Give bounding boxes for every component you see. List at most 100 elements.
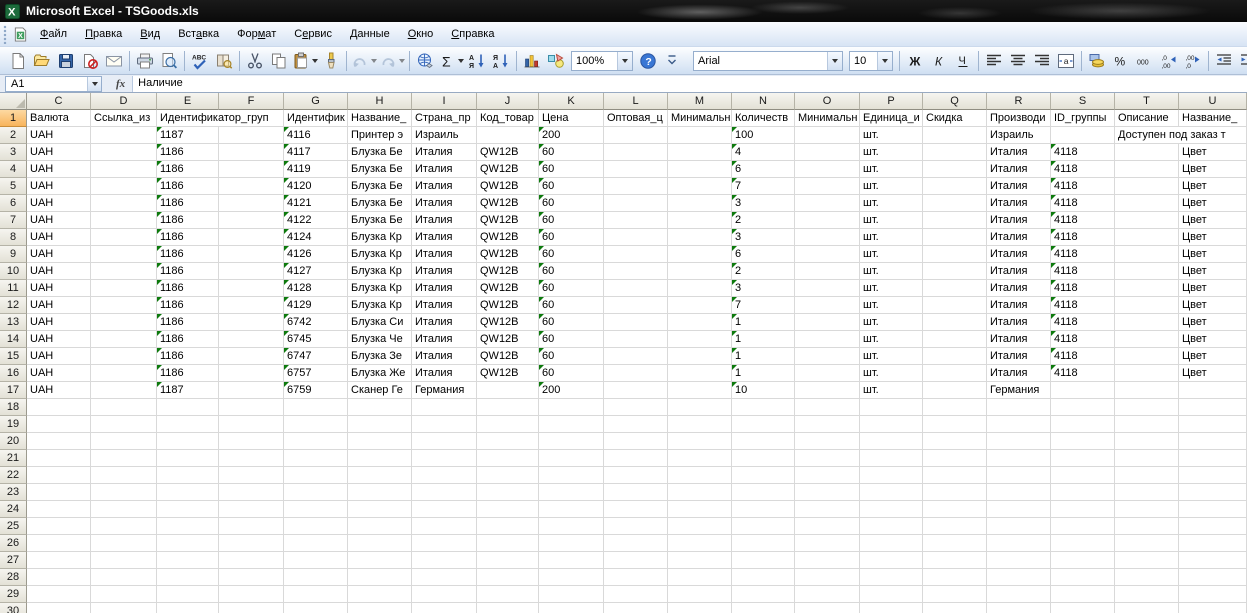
row-header-27[interactable]: 27 [0, 552, 27, 569]
cell-K9[interactable]: 60 [539, 246, 604, 263]
cell-E24[interactable] [157, 501, 219, 518]
cell-T7[interactable] [1115, 212, 1179, 229]
cell-M20[interactable] [668, 433, 732, 450]
cell-C5[interactable]: UAH [27, 178, 91, 195]
cell-C7[interactable]: UAH [27, 212, 91, 229]
cell-F13[interactable] [219, 314, 284, 331]
row-header-15[interactable]: 15 [0, 348, 27, 365]
cell-S6[interactable]: 4118 [1051, 195, 1115, 212]
cell-I3[interactable]: Италия [412, 144, 477, 161]
cell-K5[interactable]: 60 [539, 178, 604, 195]
cell-L19[interactable] [604, 416, 668, 433]
cell-H26[interactable] [348, 535, 412, 552]
cell-L30[interactable] [604, 603, 668, 613]
cell-O5[interactable] [795, 178, 860, 195]
cell-J5[interactable]: QW12B [477, 178, 539, 195]
menu-item-data[interactable]: Данные [341, 23, 399, 45]
cell-F23[interactable] [219, 484, 284, 501]
cell-K25[interactable] [539, 518, 604, 535]
cell-H23[interactable] [348, 484, 412, 501]
cell-Q10[interactable] [923, 263, 987, 280]
cell-E30[interactable] [157, 603, 219, 613]
cell-R24[interactable] [987, 501, 1051, 518]
cell-E16[interactable]: 1186 [157, 365, 219, 382]
cell-N7[interactable]: 2 [732, 212, 795, 229]
align-left-button[interactable] [983, 50, 1005, 72]
cell-E21[interactable] [157, 450, 219, 467]
cell-E19[interactable] [157, 416, 219, 433]
row-header-7[interactable]: 7 [0, 212, 27, 229]
cell-O3[interactable] [795, 144, 860, 161]
cell-O16[interactable] [795, 365, 860, 382]
cell-I14[interactable]: Италия [412, 331, 477, 348]
cell-G9[interactable]: 4126 [284, 246, 348, 263]
cell-I5[interactable]: Италия [412, 178, 477, 195]
cell-P11[interactable]: шт. [860, 280, 923, 297]
cell-O8[interactable] [795, 229, 860, 246]
cell-Q22[interactable] [923, 467, 987, 484]
cell-J19[interactable] [477, 416, 539, 433]
new-document-button[interactable] [7, 50, 29, 72]
cell-I23[interactable] [412, 484, 477, 501]
cell-Q28[interactable] [923, 569, 987, 586]
cell-E1[interactable]: Идентификатор_груп [157, 110, 284, 127]
cell-D21[interactable] [91, 450, 157, 467]
cell-L27[interactable] [604, 552, 668, 569]
cell-J4[interactable]: QW12B [477, 161, 539, 178]
cell-P3[interactable]: шт. [860, 144, 923, 161]
cell-M21[interactable] [668, 450, 732, 467]
cell-L26[interactable] [604, 535, 668, 552]
cell-S8[interactable]: 4118 [1051, 229, 1115, 246]
cell-N22[interactable] [732, 467, 795, 484]
cell-O24[interactable] [795, 501, 860, 518]
cell-L28[interactable] [604, 569, 668, 586]
cell-J8[interactable]: QW12B [477, 229, 539, 246]
row-header-8[interactable]: 8 [0, 229, 27, 246]
cell-S7[interactable]: 4118 [1051, 212, 1115, 229]
cell-H22[interactable] [348, 467, 412, 484]
cell-J20[interactable] [477, 433, 539, 450]
cell-E13[interactable]: 1186 [157, 314, 219, 331]
cell-L9[interactable] [604, 246, 668, 263]
italic-button[interactable]: К [928, 50, 950, 72]
cell-J13[interactable]: QW12B [477, 314, 539, 331]
cell-U19[interactable] [1179, 416, 1247, 433]
column-header-E[interactable]: E [157, 93, 219, 110]
cell-D16[interactable] [91, 365, 157, 382]
cell-M7[interactable] [668, 212, 732, 229]
cell-L7[interactable] [604, 212, 668, 229]
align-center-button[interactable] [1007, 50, 1029, 72]
cell-E17[interactable]: 1187 [157, 382, 219, 399]
menu-item-tools[interactable]: Сервис [285, 23, 341, 45]
cell-M6[interactable] [668, 195, 732, 212]
cell-I17[interactable]: Германия [412, 382, 477, 399]
cell-O20[interactable] [795, 433, 860, 450]
cell-H29[interactable] [348, 586, 412, 603]
cell-O9[interactable] [795, 246, 860, 263]
cell-L29[interactable] [604, 586, 668, 603]
cell-H6[interactable]: Блузка Бе [348, 195, 412, 212]
cell-F4[interactable] [219, 161, 284, 178]
cell-D12[interactable] [91, 297, 157, 314]
cell-E6[interactable]: 1186 [157, 195, 219, 212]
cell-M24[interactable] [668, 501, 732, 518]
cell-R15[interactable]: Италия [987, 348, 1051, 365]
cell-K15[interactable]: 60 [539, 348, 604, 365]
cell-T27[interactable] [1115, 552, 1179, 569]
cell-T1[interactable]: Описание [1115, 110, 1179, 127]
row-header-25[interactable]: 25 [0, 518, 27, 535]
cell-M9[interactable] [668, 246, 732, 263]
cell-H11[interactable]: Блузка Кр [348, 280, 412, 297]
row-header-5[interactable]: 5 [0, 178, 27, 195]
cell-M27[interactable] [668, 552, 732, 569]
cell-F10[interactable] [219, 263, 284, 280]
cell-F29[interactable] [219, 586, 284, 603]
column-header-N[interactable]: N [732, 93, 795, 110]
cell-T23[interactable] [1115, 484, 1179, 501]
cell-T11[interactable] [1115, 280, 1179, 297]
cell-O23[interactable] [795, 484, 860, 501]
cell-C10[interactable]: UAH [27, 263, 91, 280]
cell-K2[interactable]: 200 [539, 127, 604, 144]
cell-K10[interactable]: 60 [539, 263, 604, 280]
cell-H28[interactable] [348, 569, 412, 586]
